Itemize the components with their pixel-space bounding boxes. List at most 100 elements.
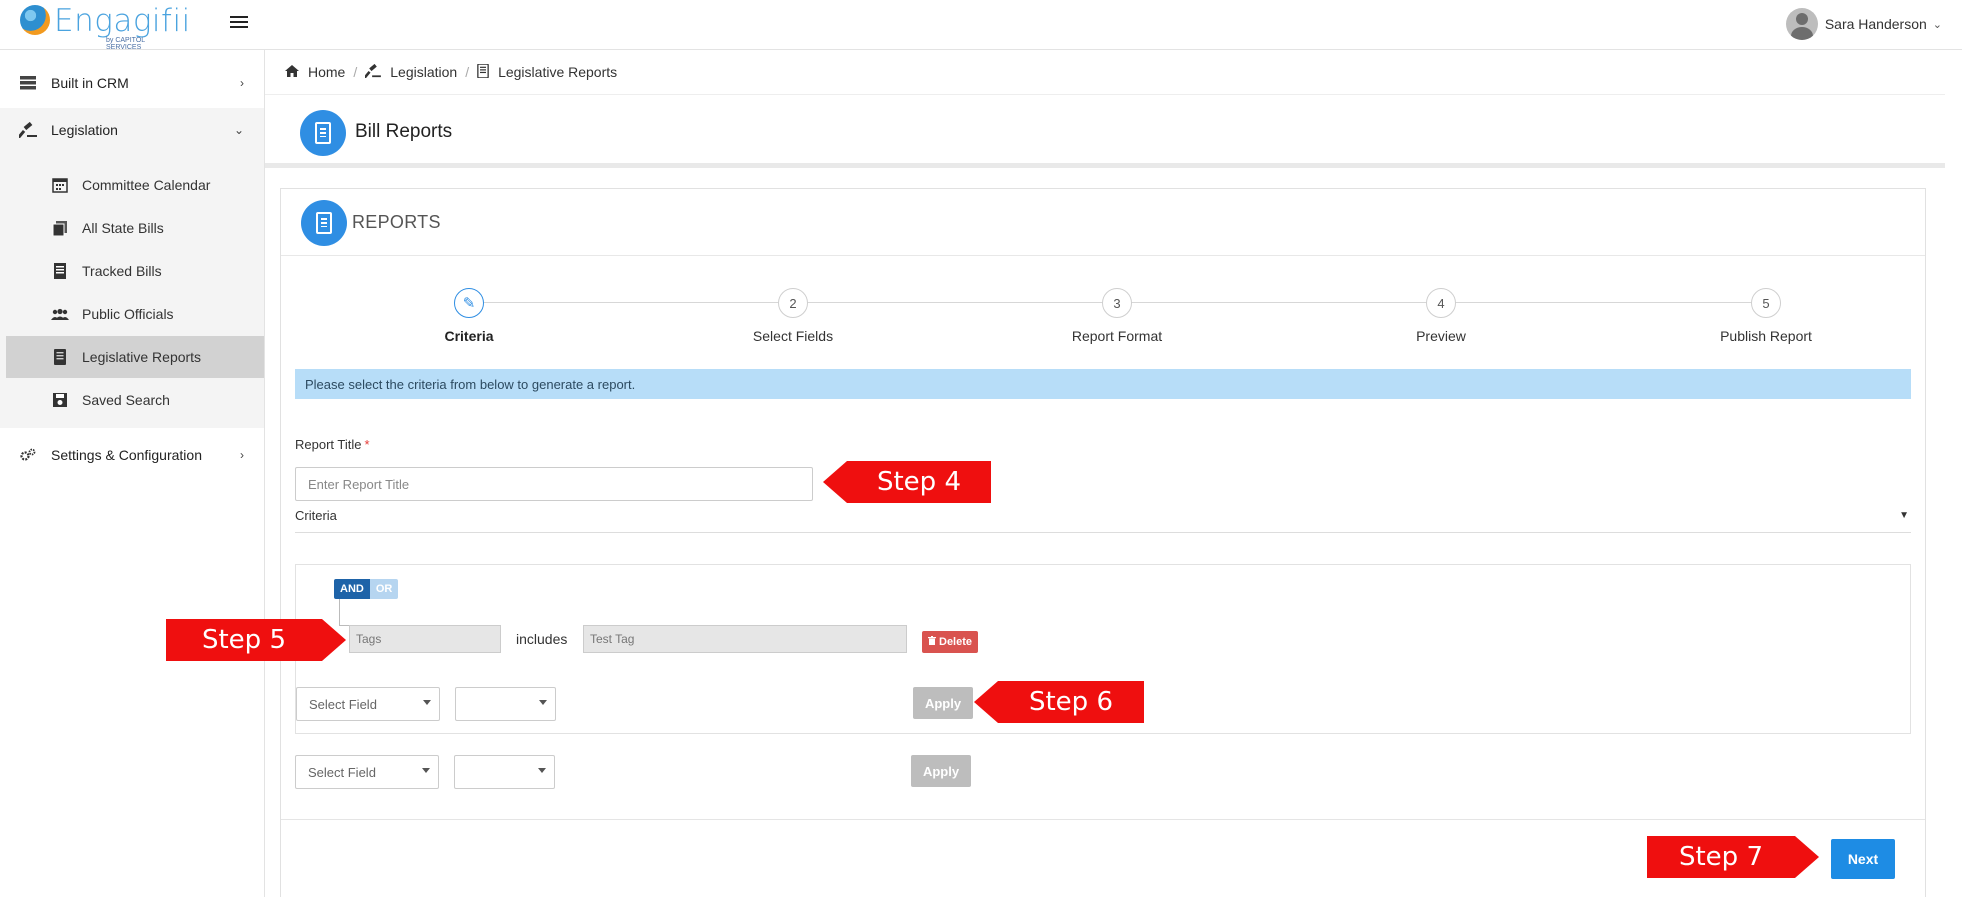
sidebar-item-legislative-reports[interactable]: Legislative Reports [6,336,264,378]
avatar [1785,8,1818,40]
calendar-icon [50,175,70,195]
tree-connector [339,599,351,626]
sidebar-item-label: Built in CRM [51,75,129,91]
reports-card: REPORTS ✎ Criteria 2 Select Fields 3 Rep… [280,188,1926,897]
users-icon [50,304,70,324]
breadcrumb-separator: / [353,64,358,80]
step-label: Report Format [1071,328,1163,344]
step-7-callout: Step 7 [1647,836,1819,878]
pencil-icon: ✎ [454,288,484,318]
report-icon [50,347,70,367]
operator-dropdown[interactable] [454,755,555,789]
or-button[interactable]: OR [369,579,399,599]
select-field-placeholder: Select Field [309,696,377,712]
caret-down-icon [538,768,546,773]
logo-text: Engagifii [54,3,191,39]
apply-button[interactable]: Apply [911,755,971,787]
step-report-format[interactable]: 3 Report Format [1017,288,1217,344]
step-number: 2 [778,288,808,318]
cogs-icon [18,445,38,465]
select-field-placeholder: Select Field [308,764,376,780]
criteria-label: Criteria [295,508,337,523]
sidebar-item-label: Public Officials [82,306,174,322]
step-5-callout: Step 5 [166,619,346,661]
user-menu[interactable]: Sara Handerson ⌄ [1785,8,1942,40]
breadcrumb-legislation[interactable]: Legislation [363,63,458,81]
report-title-input[interactable] [295,467,813,501]
delete-button[interactable]: Delete [922,631,979,653]
caret-down-icon [423,700,431,705]
select-field-dropdown[interactable]: Select Field [296,687,440,721]
card-header: REPORTS [281,189,1925,256]
step-number: 3 [1102,288,1132,318]
globe-icon [20,5,50,35]
sidebar-item-label: Legislative Reports [82,349,202,365]
trash-icon [928,636,936,648]
report-title-label-text: Report Title [295,437,362,452]
step-criteria[interactable]: ✎ Criteria [369,288,569,344]
page-title: Bill Reports [355,121,453,142]
step-publish-report[interactable]: 5 Publish Report [1666,288,1866,344]
chevron-down-icon: ⌄ [1932,18,1942,31]
criteria-toggle[interactable]: Criteria ▼ [295,508,1911,533]
caret-down-icon: ▼ [1899,510,1909,521]
step-number: 5 [1751,288,1781,318]
sidebar-item-committee-calendar[interactable]: Committee Calendar [0,164,264,206]
breadcrumb-legislative-reports[interactable]: Legislative Reports [477,63,618,81]
sidebar-item-label: All State Bills [82,220,164,236]
breadcrumb-label: Legislation [390,64,458,80]
sidebar-item-built-in-crm[interactable]: Built in CRM › [0,61,264,105]
step-preview[interactable]: 4 Preview [1341,288,1541,344]
breadcrumb-home[interactable]: Home [285,64,345,80]
sidebar-item-legislation[interactable]: Legislation ⌄ [0,108,264,152]
chevron-right-icon: › [240,448,244,462]
step-label: Criteria [444,328,494,344]
logo-byline: by CAPITOL SERVICES [106,37,145,51]
card-title: REPORTS [352,212,441,232]
step-4-callout: Step 4 [823,461,991,503]
report-icon [300,110,346,156]
home-icon [285,64,299,80]
next-button[interactable]: Next [1831,839,1895,879]
step-number: 4 [1426,288,1456,318]
sidebar-item-label: Committee Calendar [82,177,211,193]
report-icon [301,200,347,246]
caret-down-icon [422,768,430,773]
sidebar-item-public-officials[interactable]: Public Officials [0,293,264,335]
sidebar-item-tracked-bills[interactable]: Tracked Bills [0,250,264,292]
step-label: Publish Report [1720,328,1812,344]
info-message: Please select the criteria from below to… [295,369,1911,399]
sidebar-item-settings[interactable]: Settings & Configuration › [0,433,264,477]
server-icon [18,73,38,93]
chevron-down-icon: ⌄ [233,123,244,137]
gavel-icon [363,63,382,81]
divider [281,819,1925,820]
operator-dropdown[interactable] [455,687,556,721]
caret-down-icon [539,700,547,705]
breadcrumb-label: Home [308,64,346,80]
sidebar-item-label: Settings & Configuration [51,447,202,463]
sidebar-item-label: Tracked Bills [82,263,162,279]
step-select-fields[interactable]: 2 Select Fields [693,288,893,344]
engagifii-logo[interactable]: Engagifii by CAPITOL SERVICES [18,3,190,51]
page-header: Bill Reports [265,96,1945,168]
rule-operator: includes [516,631,568,647]
hamburger-menu-icon[interactable] [230,16,248,32]
breadcrumb-label: Legislative Reports [498,64,618,80]
sidebar-item-saved-search[interactable]: Saved Search [0,379,264,421]
delete-label: Delete [939,636,973,648]
save-icon [50,390,70,410]
and-button[interactable]: AND [334,579,370,599]
breadcrumb-separator: / [465,64,470,80]
document-icon [50,261,70,281]
apply-button[interactable]: Apply [913,687,973,719]
sidebar-item-all-state-bills[interactable]: All State Bills [0,207,264,249]
select-field-dropdown[interactable]: Select Field [295,755,439,789]
and-or-toggle: AND OR [334,579,399,599]
gavel-icon [18,120,38,140]
breadcrumb: Home / Legislation / Legislative Reports [265,50,1945,95]
rule-field[interactable]: Tags [349,625,501,653]
sidebar: Built in CRM › Legislation ⌄ Committee C… [0,50,265,897]
sidebar-item-label: Saved Search [82,392,170,408]
rule-value[interactable]: Test Tag [583,625,907,653]
